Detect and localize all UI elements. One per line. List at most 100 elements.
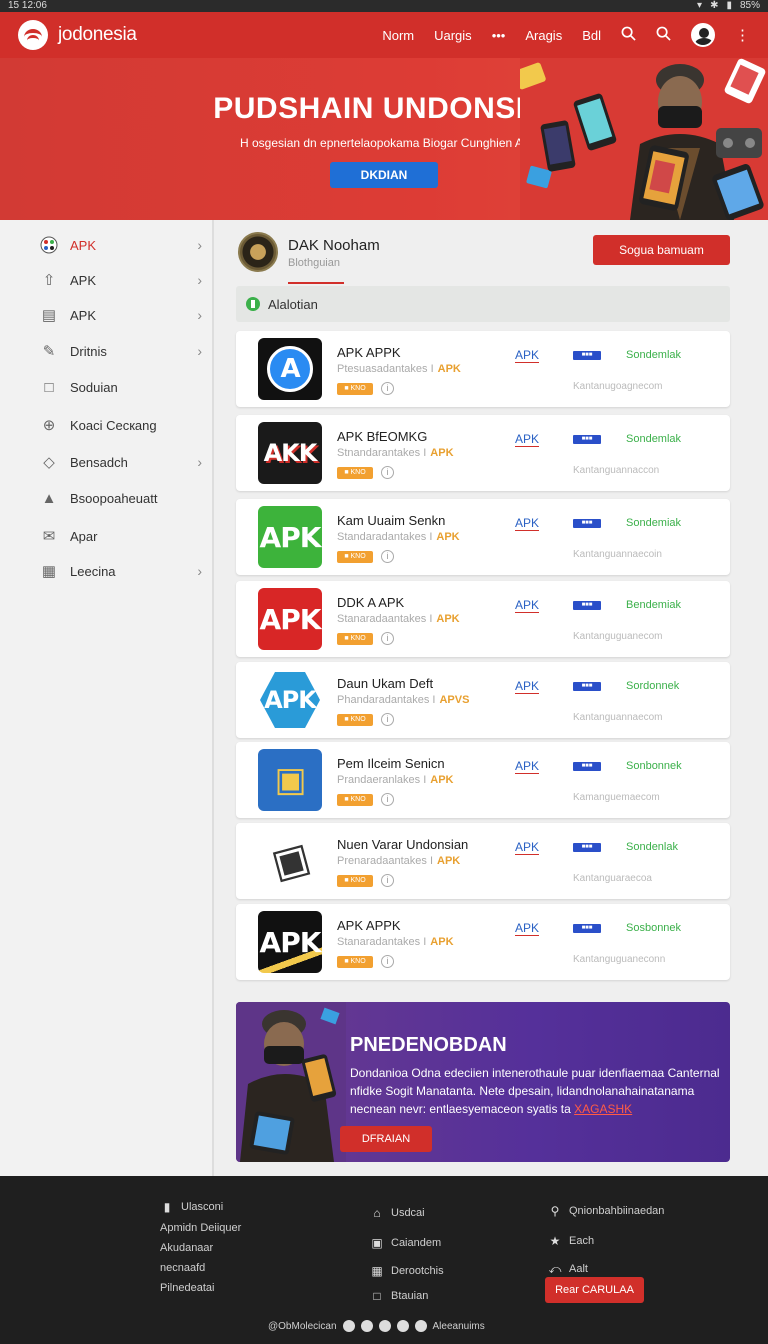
app-apk-label: APVS [439, 694, 470, 706]
app-meta: Kantanguaraecoa [573, 873, 652, 884]
app-icon[interactable]: A [258, 338, 322, 400]
footer-link[interactable]: Apmidn Deiiquer [160, 1218, 241, 1238]
sidebar-item-label: APK [70, 307, 97, 323]
footer-link[interactable]: Pilnedeatai [160, 1278, 241, 1298]
promo-highlight-link[interactable]: XAGASHK [574, 1102, 632, 1116]
social-icon-3[interactable] [378, 1320, 391, 1332]
info-icon[interactable]: i [381, 874, 394, 887]
nav-link-4[interactable]: Bdl [582, 28, 601, 43]
app-download-link[interactable]: APK [515, 841, 540, 855]
follow-button[interactable]: Sogua bamuam [593, 235, 730, 265]
sidebar-item-apk-2[interactable]: ⇧ APK › [38, 265, 202, 295]
footer-link-star[interactable]: ★ Each [548, 1226, 664, 1256]
app-icon[interactable]: APK [258, 669, 322, 731]
app-icon[interactable]: APK [258, 911, 322, 973]
footer-bottom-link[interactable]: Aleeanuims [433, 1321, 485, 1332]
nav-link-2[interactable]: Uargis [434, 28, 472, 43]
footer-link-location[interactable]: ⚲ Qnionbahbiinaedan [548, 1196, 665, 1226]
app-icon[interactable]: ▣ [258, 830, 322, 892]
app-description: Prenaradaantakes I APK [337, 855, 460, 867]
user-avatar[interactable] [691, 23, 715, 47]
search-icon[interactable] [621, 26, 636, 45]
info-icon[interactable]: i [381, 713, 394, 726]
info-icon[interactable]: i [381, 382, 394, 395]
app-status: Sondemlak [626, 433, 682, 445]
app-card[interactable]: APK Daun Ukam Deft Phandaradantakes I APVS ■… [236, 662, 730, 738]
nav-link-1[interactable]: Norm [382, 28, 414, 43]
social-icon-4[interactable] [396, 1320, 409, 1332]
hero-download-button[interactable]: DKDIAN [330, 162, 438, 188]
info-icon[interactable]: i [381, 550, 394, 563]
sidebar-item-label: Bensadch [70, 454, 128, 470]
flag-icon: ▮ [163, 1200, 171, 1214]
app-card[interactable]: A APK APPK Ptesuasadantakes I APK ■ KNO i APK ■… [236, 331, 730, 407]
info-icon[interactable]: i [381, 793, 394, 806]
app-download-link[interactable]: APK [515, 680, 540, 694]
sidebar-item-soduian[interactable]: □ Soduian [38, 372, 202, 402]
globe-icon: ⊕ [42, 417, 56, 434]
promo-button[interactable]: DFRAIAN [340, 1126, 432, 1152]
footer-link-label: Usdcai [391, 1207, 425, 1219]
sidebar-item-bensadch[interactable]: ◇ Bensadch › [38, 447, 202, 477]
developer-seal-logo [238, 232, 278, 272]
share-icon: ⤺ [548, 1261, 562, 1276]
app-card[interactable]: ▣ Nuen Varar Undonsian Prenaradaantakes IA… [236, 823, 730, 899]
app-card[interactable]: ▣ Pem Ilceim Senicn Prandaeranlakes I APK ■ … [236, 742, 730, 818]
sidebar-item-koaci[interactable]: ⊕ Koaci Cecкang [38, 410, 202, 440]
app-icon[interactable]: APK [258, 588, 322, 650]
app-card[interactable]: APK DDK A APK Stanaradaantakes I APK ■ KNO i A… [236, 581, 730, 657]
footer-link-doc[interactable]: □ Btauian [370, 1284, 444, 1308]
app-description-text: Stnandarantakes I [337, 447, 427, 459]
app-card[interactable]: APK Kam Uuaim Senkn Standaradantakes I APK ■… [236, 499, 730, 575]
app-apk-label: APK [436, 531, 460, 543]
sidebar-item-label: Apar [70, 528, 98, 544]
app-icon[interactable]: AKK [258, 422, 322, 484]
active-tab-indicator [288, 282, 344, 284]
sidebar-item-apk-3[interactable]: ▤ APK › [38, 300, 202, 330]
footer-heading-label: Ulasconi [181, 1201, 224, 1213]
mail-icon: ✉ [42, 528, 56, 545]
footer-link[interactable]: Akudanaar [160, 1238, 241, 1258]
footer-link[interactable]: necnaafd [160, 1258, 241, 1278]
promo-body-text: Dondanioa Odna edeciien intenerothaule p… [350, 1066, 720, 1116]
sidebar-item-dritnis[interactable]: ✎ Dritnis › [38, 336, 202, 366]
app-icon[interactable]: ▣ [258, 749, 322, 811]
app-download-link[interactable]: APK [515, 922, 540, 936]
app-card[interactable]: APK APK APPK Stanaradantakes I APK ■ KNO i APK… [236, 904, 730, 980]
app-card[interactable]: AKK APK BfEOMKG Stnandarantakes I APK ■ KNO i… [236, 415, 730, 491]
nav-link-3[interactable]: Aragis [525, 28, 562, 43]
social-icon-5[interactable] [414, 1320, 427, 1332]
app-apk-label: APK [430, 936, 454, 948]
sidebar-item-leecina[interactable]: ▦ Leecina › [38, 556, 202, 586]
more-vertical-icon[interactable]: ⋮ [735, 26, 750, 44]
social-icon-2[interactable] [360, 1320, 373, 1332]
search-icon[interactable] [656, 26, 671, 45]
sidebar-item-apk-1[interactable]: APK › [38, 230, 202, 260]
sidebar-item-store[interactable]: ▲ Bsoopoahеuatt [38, 483, 202, 513]
footer-link-grid[interactable]: ▦ Derootchis [370, 1258, 443, 1284]
footer-bottom-bar: @ObMolecican Aleeanuims [268, 1320, 485, 1332]
footer-link-home[interactable]: ⌂ Usdcai [370, 1198, 444, 1228]
app-apk-label: APK [430, 447, 454, 459]
app-description: Prandaeranlakes I APK [337, 774, 454, 786]
nav-more[interactable]: ••• [492, 28, 506, 43]
app-download-link[interactable]: APK [515, 433, 540, 447]
info-icon[interactable]: i [381, 632, 394, 645]
social-icon-1[interactable] [342, 1320, 355, 1332]
app-download-link[interactable]: APK [515, 599, 540, 613]
footer: ▮ Ulasconi Apmidn Deiiquer Akudanaar nec… [0, 1176, 768, 1344]
footer-cta-button[interactable]: Rear CARULAA [545, 1277, 644, 1303]
app-icon[interactable]: APK [258, 506, 322, 568]
info-icon[interactable]: i [381, 955, 394, 968]
grid-icon: ▦ [371, 1264, 383, 1278]
app-download-link[interactable]: APK [515, 349, 540, 363]
footer-link-calendar[interactable]: ▣ Caiandem [370, 1228, 444, 1258]
brand-name[interactable]: jodonesia [58, 24, 137, 46]
app-description: Phandaradantakes I APVS [337, 694, 469, 706]
info-icon[interactable]: i [381, 466, 394, 479]
sidebar-item-apar[interactable]: ✉ Apar [38, 521, 202, 551]
app-download-link[interactable]: APK [515, 517, 540, 531]
app-download-link[interactable]: APK [515, 760, 540, 774]
chevron-right-icon: › [197, 454, 202, 470]
brand-logo-icon[interactable] [18, 20, 48, 50]
